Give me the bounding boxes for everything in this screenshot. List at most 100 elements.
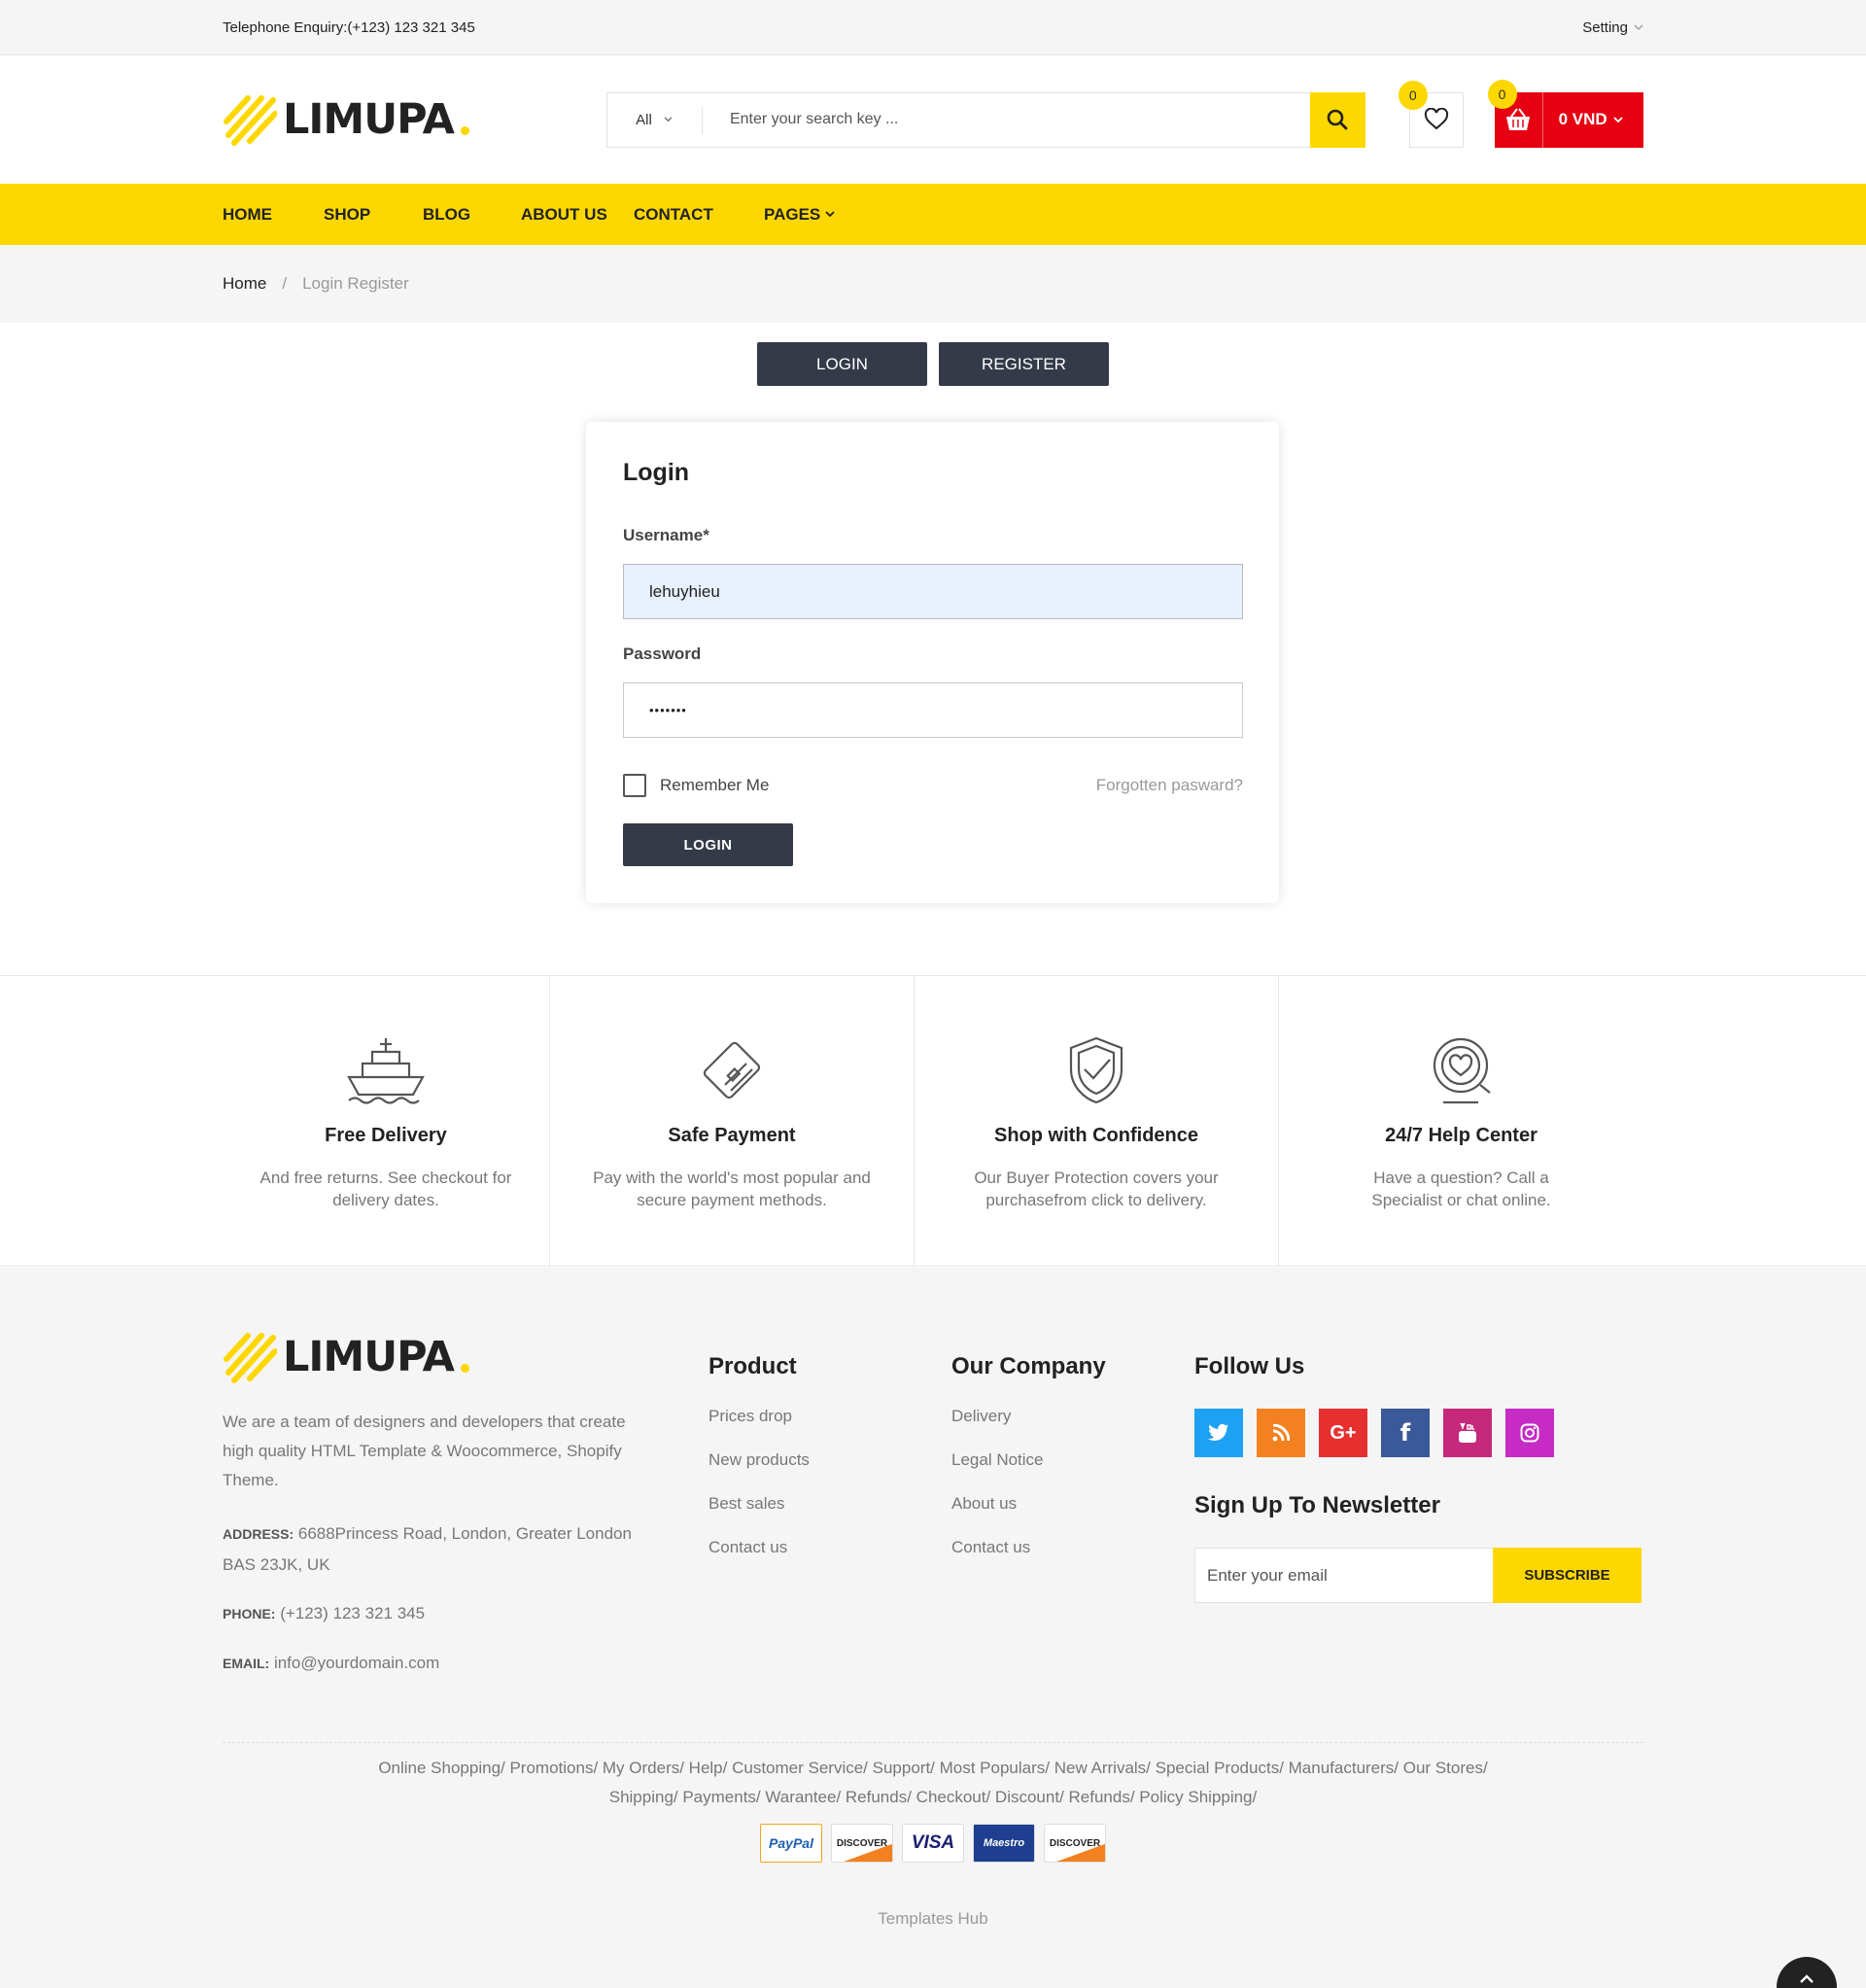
- visa-icon: VISA: [902, 1824, 964, 1863]
- category-value: All: [636, 111, 652, 128]
- wishlist-button[interactable]: 0: [1398, 80, 1464, 148]
- nav-about-us[interactable]: ABOUT US: [521, 184, 607, 245]
- footer: LIMUPA We are a team of designers and de…: [0, 1268, 1866, 1988]
- header: LIMUPA All 0 0 VND 0: [0, 55, 1866, 184]
- search-input[interactable]: [700, 92, 1310, 147]
- main-nav: HOME SHOP BLOG ABOUT US CONTACT PAGES: [0, 184, 1866, 245]
- phone-value: (+123) 123 321 345: [280, 1604, 426, 1622]
- footer-divider: [223, 1742, 1643, 1743]
- top-bar: Telephone Enquiry:(+123) 123 321 345 Set…: [0, 0, 1866, 55]
- facebook-icon[interactable]: f: [1381, 1409, 1430, 1457]
- nav-home[interactable]: HOME: [223, 184, 272, 245]
- link-best-sales[interactable]: Best sales: [708, 1494, 784, 1514]
- footer-logo[interactable]: LIMUPA: [223, 1330, 660, 1384]
- nav-blog[interactable]: BLOG: [423, 184, 470, 245]
- login-card: Login Username* lehuyhieu Password •••••…: [586, 422, 1279, 903]
- link-contact-us[interactable]: Contact us: [708, 1538, 787, 1557]
- twitter-icon[interactable]: [1194, 1409, 1243, 1457]
- feature-title: Safe Payment: [668, 1125, 796, 1146]
- login-submit-button[interactable]: LOGIN: [623, 823, 793, 866]
- logo-mark-icon: [224, 1333, 277, 1383]
- nav-pages[interactable]: PAGES: [764, 184, 835, 245]
- instagram-icon[interactable]: [1505, 1409, 1554, 1457]
- link-legal-notice[interactable]: Legal Notice: [951, 1450, 1044, 1470]
- cart-count-badge: 0: [1487, 79, 1517, 109]
- username-label: Username*: [623, 526, 709, 544]
- newsletter-email-input[interactable]: [1195, 1549, 1493, 1602]
- google-plus-icon[interactable]: G+: [1319, 1409, 1367, 1457]
- newsletter-form: SUBSCRIBE: [1194, 1548, 1641, 1603]
- logo[interactable]: LIMUPA: [223, 92, 469, 147]
- nav-contact[interactable]: CONTACT: [634, 184, 713, 245]
- phone-label: PHONE:: [223, 1606, 276, 1622]
- link-about-us[interactable]: About us: [951, 1494, 1017, 1514]
- subscribe-button[interactable]: SUBSCRIBE: [1493, 1548, 1641, 1603]
- forgot-password-link[interactable]: Forgotten pasward?: [1096, 776, 1243, 795]
- tab-register[interactable]: REGISTER: [939, 342, 1109, 386]
- remember-checkbox[interactable]: [623, 774, 646, 797]
- breadcrumb-current: Login Register: [302, 274, 409, 293]
- social-links: G+ f: [1194, 1409, 1554, 1457]
- feature-safe-payment: Safe Payment Pay with the world's most p…: [550, 976, 914, 1266]
- footer-links-line2[interactable]: Shipping/ Payments/ Warantee/ Refunds/ C…: [223, 1783, 1643, 1812]
- feature-free-delivery: Free Delivery And free returns. See chec…: [223, 976, 549, 1266]
- logo-text: LIMUPA: [283, 95, 455, 144]
- feature-text: And free returns. See checkout for deliv…: [259, 1168, 512, 1209]
- nav-shop[interactable]: SHOP: [324, 184, 370, 245]
- nav-home-label: HOME: [223, 204, 272, 224]
- breadcrumb-separator: /: [282, 274, 288, 293]
- newsletter-heading: Sign Up To Newsletter: [1194, 1492, 1440, 1518]
- feature-text: Pay with the world's most popular and se…: [593, 1168, 871, 1209]
- footer-description: We are a team of designers and developer…: [223, 1413, 626, 1489]
- link-prices-drop[interactable]: Prices drop: [708, 1407, 792, 1426]
- setting-dropdown[interactable]: Setting: [1582, 19, 1643, 36]
- link-new-products[interactable]: New products: [708, 1450, 810, 1470]
- username-field[interactable]: lehuyhieu: [623, 564, 1243, 619]
- back-to-top-button[interactable]: [1777, 1957, 1837, 1988]
- divider: [701, 106, 703, 134]
- breadcrumb-home[interactable]: Home: [223, 274, 266, 294]
- cart-total: 0 VND: [1558, 110, 1607, 128]
- remember-me[interactable]: Remember Me: [623, 774, 769, 797]
- phone-enquiry: Telephone Enquiry:(+123) 123 321 345: [223, 18, 475, 36]
- link-contact-us[interactable]: Contact us: [951, 1538, 1030, 1557]
- remember-label: Remember Me: [660, 776, 770, 794]
- tab-login[interactable]: LOGIN: [757, 342, 927, 386]
- link-delivery[interactable]: Delivery: [951, 1407, 1011, 1426]
- wishlist-count-badge: 0: [1398, 80, 1428, 110]
- rss-icon[interactable]: [1257, 1409, 1305, 1457]
- chevron-down-icon: [1634, 24, 1643, 30]
- shield-check-icon: [1069, 1036, 1123, 1104]
- email-value[interactable]: info@yourdomain.com: [274, 1654, 439, 1672]
- password-field[interactable]: •••••••: [623, 682, 1243, 738]
- company-heading: Our Company: [951, 1353, 1106, 1379]
- credit-card-icon: [703, 1041, 761, 1099]
- footer-links-line1[interactable]: Online Shopping/ Promotions/ My Orders/ …: [223, 1754, 1643, 1783]
- maestro-icon: Maestro: [973, 1824, 1035, 1863]
- youtube-icon[interactable]: [1443, 1409, 1492, 1457]
- heart-icon: [1424, 108, 1448, 130]
- nav-shop-label: SHOP: [324, 204, 371, 224]
- breadcrumb: Home / Login Register: [0, 245, 1866, 323]
- basket-icon: [1506, 108, 1531, 130]
- nav-about-label: ABOUT US: [521, 204, 607, 224]
- logo-dot: [460, 1363, 469, 1373]
- feature-text: Our Buyer Protection covers your purchas…: [974, 1168, 1219, 1209]
- help-heart-icon: [1433, 1037, 1491, 1104]
- search-button[interactable]: [1309, 91, 1365, 148]
- category-select[interactable]: All: [607, 93, 701, 147]
- nav-blog-label: BLOG: [423, 204, 471, 224]
- logo-dot: [460, 125, 469, 135]
- logo-mark-icon: [224, 95, 277, 146]
- nav-contact-label: CONTACT: [634, 204, 713, 224]
- logo-text: LIMUPA: [283, 1333, 455, 1381]
- chevron-down-icon: [1613, 116, 1623, 122]
- chevron-down-icon: [664, 117, 673, 122]
- feature-title: Shop with Confidence: [994, 1125, 1198, 1146]
- ship-icon: [347, 1038, 425, 1104]
- discover-icon: DISCOVER: [831, 1824, 893, 1863]
- search-bar: All: [605, 91, 1365, 148]
- footer-email: EMAIL: info@yourdomain.com: [223, 1648, 660, 1679]
- feature-title: 24/7 Help Center: [1385, 1125, 1538, 1146]
- cart-button[interactable]: 0 VND 0: [1487, 79, 1643, 148]
